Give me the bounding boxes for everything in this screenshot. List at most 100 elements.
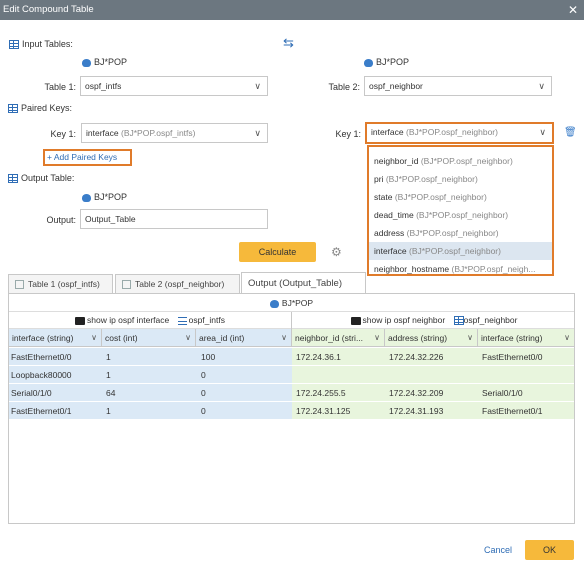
device-icon (82, 58, 91, 67)
swap-tables-icon[interactable]: ⇆ (283, 35, 294, 51)
table1-select[interactable]: ospf_intfs ∨ (80, 76, 268, 96)
group-left-command: show ip ospf interface (87, 315, 170, 325)
col-header[interactable]: interface (string) ∨ (9, 329, 102, 347)
table-icon (9, 39, 19, 49)
table-cell: 172.24.255.5 (292, 384, 385, 402)
table2-label: Table 2: (328, 82, 360, 92)
table-cell: Loopback80000 (9, 366, 102, 384)
chevron-down-icon: ∨ (254, 81, 261, 91)
device-icon (269, 299, 279, 308)
col-header[interactable]: interface (string) ∨ (478, 329, 574, 347)
calculate-button[interactable]: Calculate (239, 242, 316, 262)
tab-table1-label: Table 1 (ospf_intfs) (28, 279, 100, 289)
table-cell: 100 (196, 348, 292, 366)
chevron-down-icon[interactable]: ∨ (564, 329, 570, 346)
table2-value: ospf_neighbor (369, 81, 423, 91)
close-icon[interactable]: ✕ (568, 0, 578, 20)
table1-device: BJ*POP (82, 57, 127, 67)
table1-value: ospf_intfs (85, 81, 122, 91)
table-cell: 172.24.31.125 (292, 402, 385, 420)
chevron-down-icon[interactable]: ∨ (185, 329, 191, 346)
col-header[interactable]: cost (int) ∨ (102, 329, 196, 347)
table-cell: 1 (102, 402, 196, 420)
key1-left-select[interactable]: interface (BJ*POP.ospf_intfs) ∨ (81, 123, 268, 143)
chevron-down-icon[interactable]: ∨ (91, 329, 97, 346)
table-cell: FastEthernet0/1 (478, 402, 574, 420)
output-table-label: Output Table: (21, 173, 75, 183)
key1-dropdown-menu: neighbor_id (BJ*POP.ospf_neighbor) pri (… (367, 145, 554, 276)
ok-button[interactable]: OK (525, 540, 574, 560)
cancel-button[interactable]: Cancel (484, 545, 512, 555)
dropdown-option[interactable]: dead_time (BJ*POP.ospf_neighbor) (369, 206, 552, 224)
key1-right-field: interface (371, 127, 404, 137)
table-cell: 172.24.32.209 (385, 384, 478, 402)
key1-right-select[interactable]: interface (BJ*POP.ospf_neighbor) ∨ (365, 122, 554, 144)
table-cell: 172.24.32.226 (385, 348, 478, 366)
key1-left-field: interface (86, 128, 119, 138)
trash-icon[interactable]: 🗑 (564, 127, 577, 138)
output-device-name: BJ*POP (94, 192, 128, 202)
window-titlebar: Edit Compound Table ✕ (0, 0, 584, 20)
tab-table2[interactable]: Table 2 (ospf_neighbor) (115, 274, 240, 294)
input-tables-section: Input Tables: (9, 39, 73, 49)
tab-table2-label: Table 2 (ospf_neighbor) (135, 279, 225, 289)
table2-device: BJ*POP (364, 57, 409, 67)
chevron-down-icon[interactable]: ∨ (467, 329, 473, 346)
add-paired-keys-link[interactable]: + Add Paired Keys (43, 149, 132, 166)
key1-left-label: Key 1: (50, 129, 76, 139)
output-name-input[interactable]: Output_Table (80, 209, 268, 229)
tab-table1[interactable]: Table 1 (ospf_intfs) (8, 274, 113, 294)
grid-device-row: BJ*POP (9, 294, 574, 312)
dropdown-option[interactable]: neighbor_hostname (BJ*POP.ospf_neigh... (369, 260, 552, 278)
table-cell: 1 (102, 366, 196, 384)
grid-device-name: BJ*POP (281, 298, 314, 308)
col-header[interactable]: neighbor_id (stri... ∨ (292, 329, 385, 347)
terminal-icon (350, 316, 361, 325)
key1-right-label: Key 1: (335, 129, 361, 139)
table2-device-name: BJ*POP (376, 57, 410, 67)
output-table-section: Output Table: (8, 173, 74, 183)
table-cell (292, 366, 385, 384)
grid-group-row: show ip ospf interface ospf_intfs show i… (9, 312, 574, 329)
table-cell: 172.24.36.1 (292, 348, 385, 366)
table-cell: 1 (102, 348, 196, 366)
col-header[interactable]: address (string) ∨ (385, 329, 478, 347)
paired-keys-label: Paired Keys: (21, 103, 73, 113)
tab-checkbox (15, 280, 24, 290)
table-cell: 64 (102, 384, 196, 402)
table-cell: 0 (196, 384, 292, 402)
dropdown-option[interactable]: pri (BJ*POP.ospf_neighbor) (369, 170, 552, 188)
key1-left-source: (BJ*POP.ospf_intfs) (120, 128, 196, 138)
chevron-down-icon[interactable]: ∨ (281, 329, 287, 346)
group-right-command: show ip ospf neighbor (362, 315, 446, 325)
device-icon (82, 193, 91, 202)
terminal-icon (75, 316, 85, 325)
table-cell: 0 (196, 366, 292, 384)
table-cell: 0 (196, 402, 292, 420)
table2-select[interactable]: ospf_neighbor ∨ (364, 76, 552, 96)
table-cell (478, 366, 574, 384)
chevron-down-icon[interactable]: ∨ (374, 329, 380, 346)
table-cell: FastEthernet0/0 (9, 348, 102, 366)
device-icon (364, 58, 373, 67)
table-cell: FastEthernet0/1 (9, 402, 102, 420)
table-icon (8, 173, 18, 183)
group-left-table: ospf_intfs (188, 315, 225, 325)
chevron-down-icon: ∨ (538, 81, 545, 91)
dropdown-option[interactable]: address (BJ*POP.ospf_neighbor) (369, 224, 552, 242)
input-tables-label: Input Tables: (22, 39, 73, 49)
dropdown-option-selected[interactable]: interface (BJ*POP.ospf_neighbor) (369, 242, 552, 260)
window-title: Edit Compound Table (3, 4, 94, 15)
table-cell: 172.24.31.193 (385, 402, 478, 420)
output-grid: BJ*POP show ip ospf interface ospf_intfs… (8, 293, 575, 524)
table-icon (453, 316, 464, 326)
dropdown-option[interactable]: state (BJ*POP.ospf_neighbor) (369, 188, 552, 206)
col-header[interactable]: area_id (int) ∨ (196, 329, 292, 347)
gear-icon[interactable]: ⚙ (331, 245, 342, 259)
table-cell: Serial0/1/0 (9, 384, 102, 402)
paired-keys-section: Paired Keys: (8, 103, 72, 113)
table-cell (385, 366, 478, 384)
group-right: show ip ospf neighbor ospf_neighbor (292, 312, 576, 329)
tab-output[interactable]: Output (Output_Table) (241, 272, 366, 294)
dropdown-option[interactable]: neighbor_id (BJ*POP.ospf_neighbor) (369, 152, 552, 170)
